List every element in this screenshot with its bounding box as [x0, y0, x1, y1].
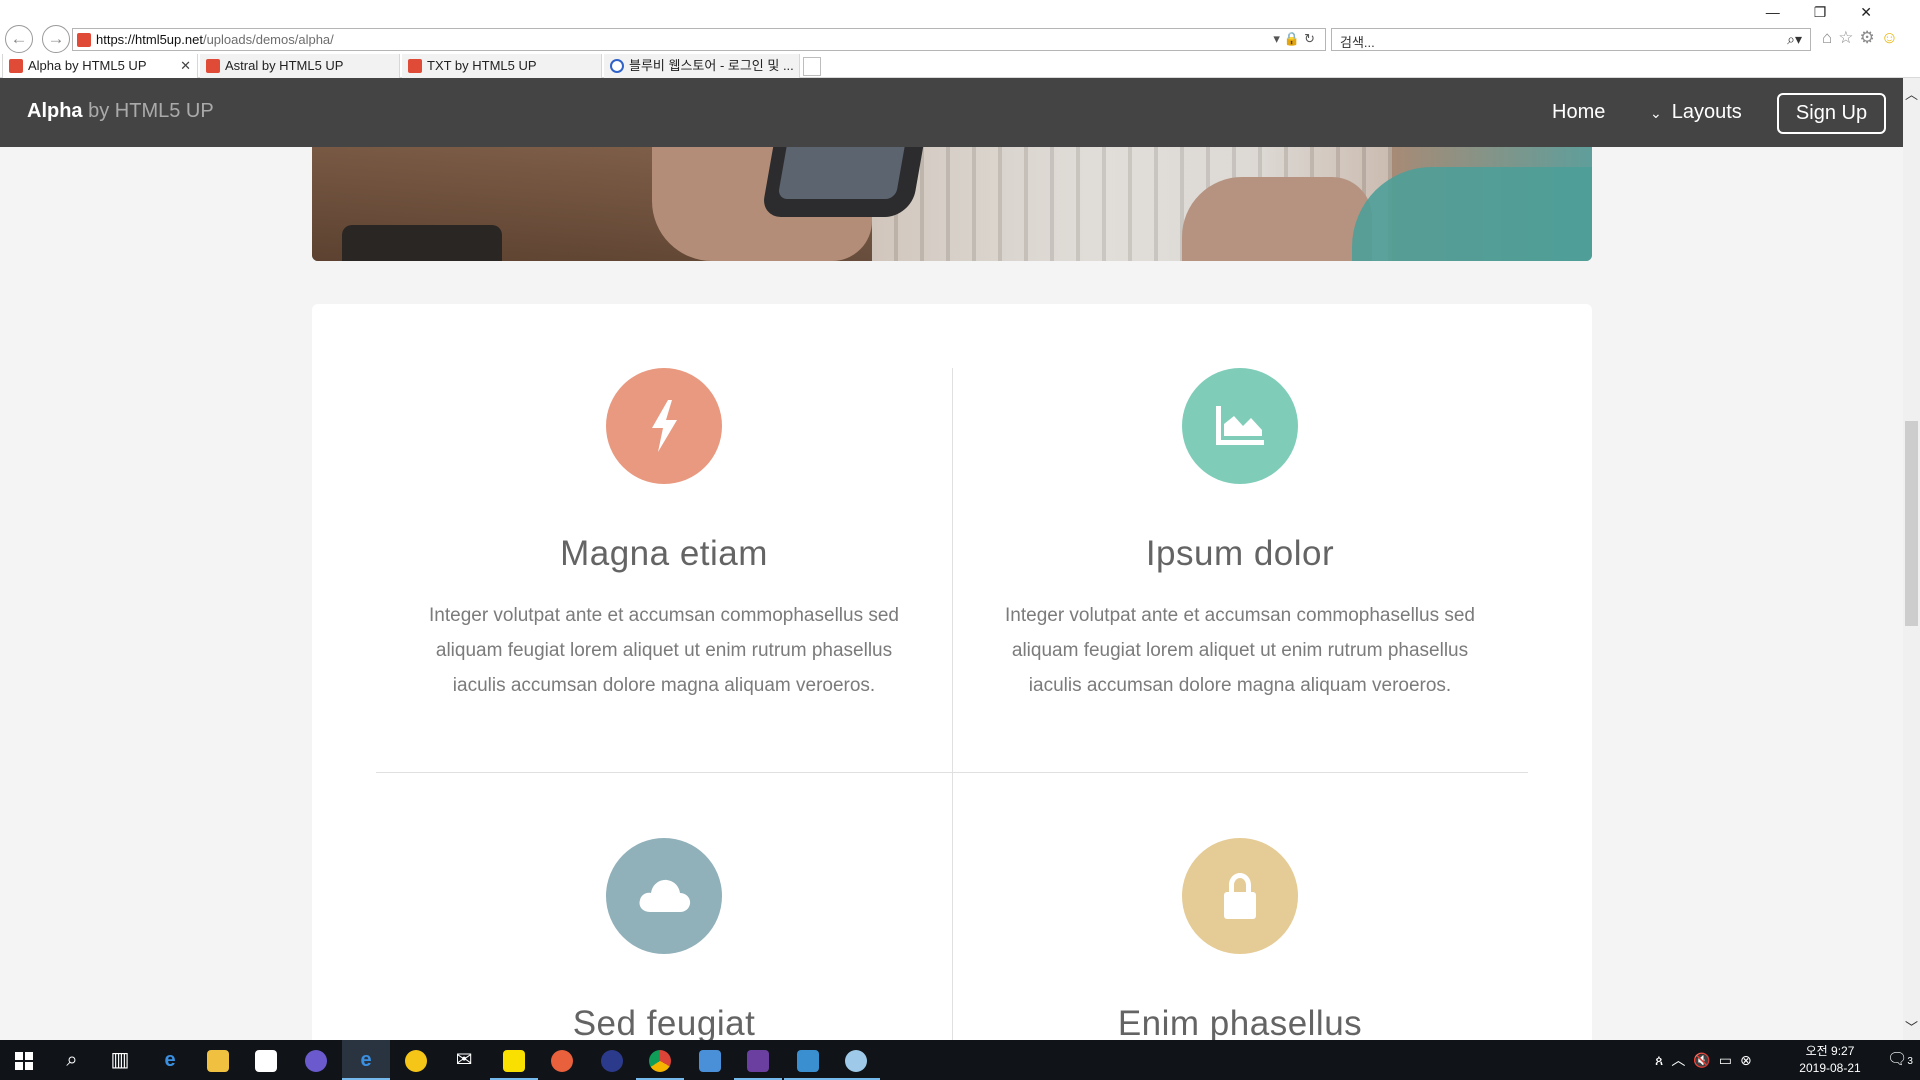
search-icon[interactable]: ⌕▾ [1787, 31, 1802, 48]
feature-title: Magna etiam [560, 534, 768, 573]
nav-layouts-dropdown[interactable]: ⌄ Layouts [1650, 101, 1742, 124]
chevron-up-icon[interactable]: ︿ [1671, 1052, 1693, 1068]
blueb-favicon-icon [610, 59, 624, 73]
html5up-favicon-icon [408, 59, 422, 73]
app-icon[interactable] [588, 1040, 636, 1080]
html5up-favicon-icon [9, 59, 23, 73]
html5up-favicon-icon [206, 59, 220, 73]
horizontal-divider [376, 772, 1528, 773]
tab-astral[interactable]: Astral by HTML5 UP [200, 54, 400, 78]
app-icon[interactable] [734, 1040, 782, 1080]
clock-time: 오전 9:27 [1805, 1044, 1855, 1058]
app-icon[interactable] [784, 1040, 832, 1080]
notification-center-icon[interactable]: 🗨3 [1880, 1040, 1920, 1080]
nav-home-link[interactable]: Home [1552, 101, 1605, 124]
browser-chrome: ← → https://html5up.net/uploads/demos/al… [0, 0, 1920, 78]
site-favicon-icon [77, 33, 91, 47]
banner-image [312, 147, 1592, 261]
scroll-down-arrow-icon[interactable]: ﹀ [1903, 1017, 1920, 1036]
area-chart-icon [1182, 368, 1298, 484]
app-icon[interactable] [392, 1040, 440, 1080]
bolt-icon [606, 368, 722, 484]
home-icon[interactable]: ⌂ [1822, 28, 1838, 47]
chrome-icon[interactable] [636, 1040, 684, 1080]
task-view-icon[interactable]: ▥ [96, 1040, 144, 1080]
features-section: Magna etiam Integer volutpat ante et acc… [312, 304, 1592, 1068]
feature-title: Ipsum dolor [1145, 534, 1335, 573]
favorites-star-icon[interactable]: ☆ [1838, 28, 1859, 47]
tray-app-icon[interactable]: ⊗ [1740, 1052, 1760, 1068]
notification-count: 3 [1907, 1056, 1913, 1067]
network-icon[interactable]: ▭ [1719, 1052, 1740, 1068]
refresh-icon[interactable]: ↻ [1304, 31, 1319, 46]
tab-blueb[interactable]: 블루비 웹스토어 - 로그인 및 ... [604, 54, 800, 78]
search-icon[interactable]: ⌕ [48, 1040, 96, 1080]
smiley-feedback-icon[interactable]: ☺ [1881, 28, 1904, 47]
feature-sed-feugiat: Sed feugiat [376, 838, 952, 1044]
app-icon[interactable] [538, 1040, 586, 1080]
file-explorer-icon[interactable] [194, 1040, 242, 1080]
cloud-icon [606, 838, 722, 954]
close-tab-icon[interactable]: ✕ [180, 54, 191, 77]
close-icon[interactable]: ✕ [1860, 4, 1906, 20]
settings-gear-icon[interactable]: ⚙ [1860, 28, 1881, 47]
tab-strip: Alpha by HTML5 UP ✕ Astral by HTML5 UP T… [0, 54, 1920, 78]
site-header: Alpha by HTML5 UP Home ⌄ Layouts Sign Up [0, 78, 1903, 147]
search-input[interactable]: 검색... [1340, 32, 1375, 51]
volume-muted-icon[interactable]: 🔇 [1693, 1052, 1718, 1068]
chevron-down-icon: ⌄ [1650, 105, 1662, 121]
back-arrow-icon[interactable]: ← [5, 25, 33, 53]
minimize-icon[interactable]: — [1766, 4, 1814, 20]
edge-icon[interactable]: e [146, 1040, 194, 1080]
page-scrollbar[interactable]: ︿ ﹀ [1903, 78, 1920, 1040]
search-box[interactable]: 검색... ⌕▾ [1331, 28, 1811, 51]
url-text[interactable]: https://html5up.net/uploads/demos/alpha/ [96, 32, 334, 47]
tab-txt[interactable]: TXT by HTML5 UP [402, 54, 602, 78]
browser-globe-icon[interactable] [292, 1040, 340, 1080]
scroll-up-arrow-icon[interactable]: ︿ [1903, 84, 1920, 103]
restore-icon[interactable]: ❐ [1814, 4, 1861, 20]
kakaotalk-icon[interactable] [490, 1040, 538, 1080]
app-icon[interactable] [686, 1040, 734, 1080]
feature-ipsum-dolor: Ipsum dolor Integer volutpat ante et acc… [952, 368, 1528, 703]
lock-icon[interactable]: 🔒 [1284, 31, 1304, 46]
windows-start-icon[interactable] [0, 1040, 48, 1080]
feature-magna-etiam: Magna etiam Integer volutpat ante et acc… [376, 368, 952, 703]
feature-title: Enim phasellus [1117, 1004, 1363, 1043]
lock-icon [1182, 838, 1298, 954]
windows-taskbar: ⌕ ▥ e e ✉ ጰ︿🔇▭⊗ 오전 9:27 2019-08-21 🗨3 [0, 1040, 1920, 1080]
feature-enim-phasellus: Enim phasellus [952, 838, 1528, 1044]
internet-explorer-icon[interactable]: e [342, 1040, 390, 1080]
address-bar[interactable]: https://html5up.net/uploads/demos/alpha/… [72, 28, 1326, 51]
forward-arrow-icon[interactable]: → [42, 25, 70, 53]
taskbar-clock[interactable]: 오전 9:27 2019-08-21 [1790, 1043, 1870, 1077]
mail-icon[interactable]: ✉ [440, 1040, 488, 1080]
feature-text: Integer volutpat ante et accumsan commop… [1005, 605, 1475, 696]
tab-alpha[interactable]: Alpha by HTML5 UP ✕ [2, 54, 198, 78]
dropdown-arrow-icon[interactable]: ▾ [1273, 31, 1284, 46]
store-icon[interactable] [242, 1040, 290, 1080]
clock-date: 2019-08-21 [1799, 1061, 1861, 1075]
app-icon[interactable] [832, 1040, 880, 1080]
feature-text: Integer volutpat ante et accumsan commop… [429, 605, 899, 696]
people-icon[interactable]: ጰ [1655, 1052, 1671, 1068]
new-tab-button[interactable] [803, 57, 821, 76]
scrollbar-thumb[interactable] [1905, 421, 1918, 626]
feature-title: Sed feugiat [572, 1004, 756, 1043]
site-logo[interactable]: Alpha by HTML5 UP [27, 100, 214, 123]
sign-up-button[interactable]: Sign Up [1777, 93, 1886, 134]
